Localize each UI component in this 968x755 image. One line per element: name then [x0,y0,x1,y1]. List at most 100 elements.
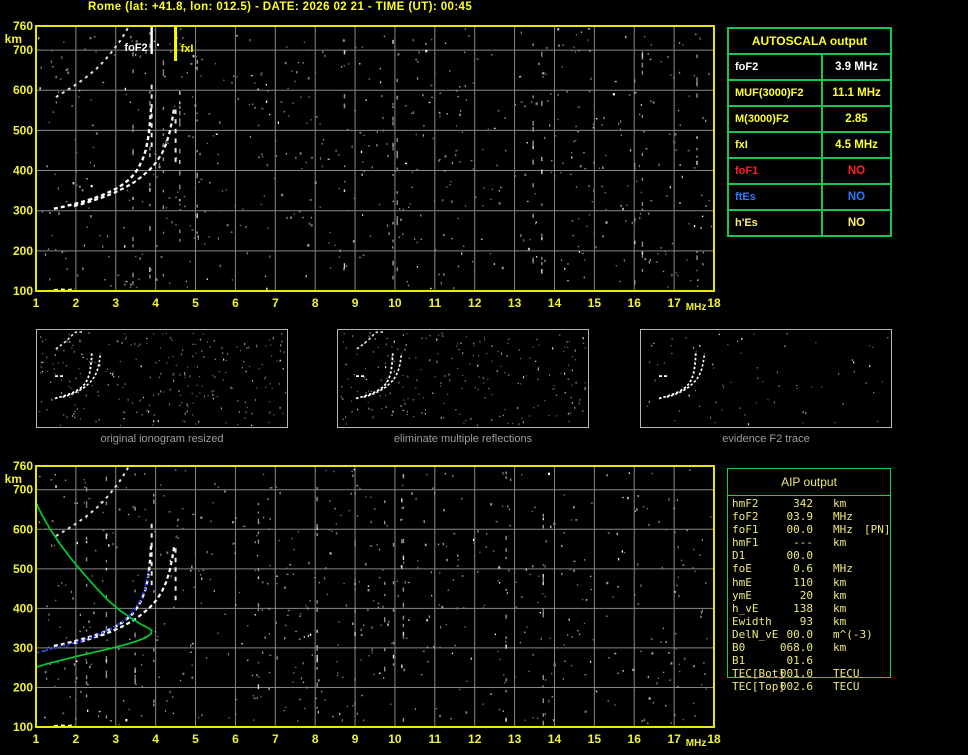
aip-row: foF2 03.9 MHz [732,510,853,524]
autoscala-table-header: AUTOSCALA output [729,29,890,55]
aip-row: B0 068.0 km [732,641,847,655]
autoscala-screen: Rome (lat: +41.8, lon: 012.5) - DATE: 20… [0,0,968,755]
svg-text:8: 8 [312,296,319,310]
autoscala-param-label: foF2 [729,55,823,79]
aip-row: Ewidth 93 km [732,614,847,628]
svg-text:km: km [5,472,22,486]
svg-text:18: 18 [707,296,721,310]
top-ionogram-plot: foF2 fxI760700600500400300200100km1 2 3 4 5 6 7… [5,19,721,313]
autoscala-param-label: M(3000)F2 [729,107,823,131]
svg-text:400: 400 [13,164,33,178]
svg-text:fxI: fxI [181,43,194,55]
svg-text:760: 760 [13,459,33,473]
svg-text:km: km [5,32,22,46]
page-title: Rome (lat: +41.8, lon: 012.5) - DATE: 20… [88,1,473,13]
aip-table-header: AIP output [728,469,890,496]
svg-text:100: 100 [13,284,33,298]
svg-text:8: 8 [312,732,319,746]
autoscala-table-rows: foF2 3.9 MHz MUF(3000)F2 11.1 MHz M(3000)F2 2… [729,55,890,235]
mini-panel-caption: evidence F2 trace [722,433,810,445]
svg-text:11: 11 [428,296,441,310]
mini-panel-caption: eliminate multiple reflections [393,433,533,445]
aip-row: hmE 110 km [732,575,847,589]
svg-text:2: 2 [73,732,80,746]
autoscala-param-label: h'Es [729,211,823,235]
svg-text:9: 9 [352,296,359,310]
autoscala-param-label: MUF(3000)F2 [729,81,823,105]
svg-text:200: 200 [13,680,33,694]
svg-text:200: 200 [13,244,33,258]
svg-text:100: 100 [13,720,33,734]
autoscala-row: MUF(3000)F2 11.1 MHz [729,81,890,107]
svg-text:17: 17 [667,732,681,746]
mini-panel-no-reflections [337,329,589,428]
autoscala-row: M(3000)F2 2.85 [729,107,890,133]
svg-text:6: 6 [232,732,239,746]
aip-row: foE 0.6 MHz [732,562,853,576]
autoscala-table: AUTOSCALA output foF2 3.9 MHz MUF(3000)F2 1… [727,27,892,237]
aip-row: h_vE 138 km [732,601,847,615]
svg-text:300: 300 [13,204,33,218]
svg-text:600: 600 [13,83,33,97]
autoscala-param-value: NO [847,191,866,203]
svg-text:500: 500 [13,562,33,576]
aip-row: DelN_vE 00.0 m^(-3) [732,627,873,641]
svg-text:400: 400 [13,601,33,615]
svg-text:1: 1 [33,296,40,310]
svg-text:17: 17 [667,296,681,310]
svg-text:7: 7 [272,732,279,746]
svg-text:15: 15 [588,732,602,746]
autoscala-row: fxI 4.5 MHz [729,133,890,159]
svg-text:14: 14 [548,732,562,746]
autoscala-param-label: ftEs [729,185,823,209]
svg-text:MHz: MHz [686,738,707,749]
svg-text:10: 10 [388,732,402,746]
aip-row: hmF2 342 km [732,497,847,510]
svg-text:760: 760 [13,19,33,33]
autoscala-param-value: 3.9 MHz [835,61,878,73]
mini-panel-caption: original ionogram resized [100,433,224,445]
aip-row: foF1 00.0 MHz [PN] [732,523,891,537]
autoscala-param-value: 4.5 MHz [835,139,878,151]
svg-text:11: 11 [428,732,441,746]
svg-text:10: 10 [388,296,402,310]
aip-row: TEC[Top] 002.6 TECU [732,680,860,694]
svg-text:9: 9 [352,732,359,746]
svg-text:15: 15 [588,296,602,310]
autoscala-row: ftEs NO [729,185,890,211]
svg-text:13: 13 [508,732,522,746]
mini-panel-original [36,329,288,428]
svg-text:5: 5 [192,296,199,310]
svg-text:12: 12 [468,296,482,310]
aip-row: hmF1 --- km [732,536,847,550]
svg-text:2: 2 [73,296,80,310]
svg-text:5: 5 [192,732,199,746]
svg-text:14: 14 [548,296,562,310]
svg-text:18: 18 [707,732,721,746]
autoscala-param-value: 11.1 MHz [832,87,881,99]
svg-text:16: 16 [628,732,642,746]
svg-text:600: 600 [13,522,33,536]
bottom-ionogram-plot: 760700600500400300200100km1 2 3 4 5 6 7 8 9 10 11 1… [5,459,721,749]
aip-row: D1 00.0 [732,549,813,563]
svg-text:6: 6 [232,296,239,310]
svg-text:3: 3 [112,296,119,310]
svg-text:300: 300 [13,641,33,655]
svg-text:16: 16 [628,296,642,310]
mini-panel-f2-trace [640,329,892,428]
aip-row: B1 01.6 [732,654,813,668]
svg-text:foF2: foF2 [124,42,147,54]
svg-text:500: 500 [13,123,33,137]
autoscala-param-value: 2.85 [845,113,868,125]
autoscala-row: foF2 3.9 MHz [729,55,890,81]
aip-row: TEC[Bot] 001.0 TECU [732,667,860,681]
svg-text:3: 3 [112,732,119,746]
autoscala-param-value: NO [847,165,866,177]
aip-table: hmF2 342 km foF2 03.9 MHz foF1 00.0 MHz [PN] hmF1-… [728,497,891,694]
svg-text:MHz: MHz [686,302,707,313]
autoscala-row: foF1 NO [729,159,890,185]
autoscala-param-value: NO [847,217,866,229]
svg-text:7: 7 [272,296,279,310]
aip-row: ymE 20 km [732,588,847,602]
autoscala-row: h'Es NO [729,211,890,235]
